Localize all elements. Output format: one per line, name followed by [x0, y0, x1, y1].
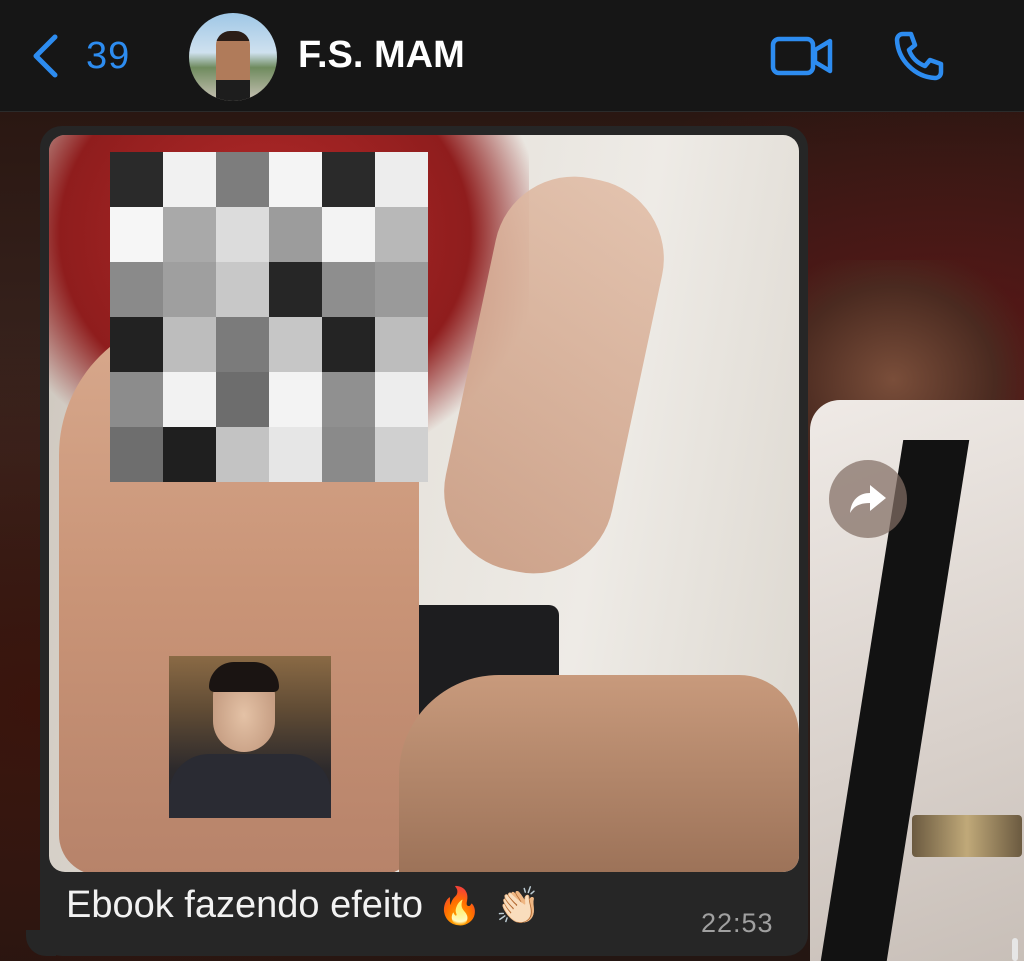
contact-name[interactable]: F.S. MAM: [298, 34, 465, 77]
clapping-hands-emoji: 👏🏻: [495, 884, 541, 926]
avatar-figure: [216, 31, 250, 101]
message-caption: Ebook fazendo efeito 🔥 👏🏻: [66, 884, 541, 927]
chevron-left-icon: [33, 34, 58, 78]
caption-text: Ebook fazendo efeito: [66, 884, 424, 926]
forward-arrow-icon: [850, 485, 886, 513]
phone-call-icon[interactable]: [893, 30, 945, 82]
video-call-icon[interactable]: [770, 34, 834, 78]
forward-button[interactable]: [829, 460, 907, 538]
unread-count: 39: [86, 34, 131, 77]
censor-sticker-portrait: [169, 656, 331, 818]
photo-legs: [399, 675, 799, 872]
fire-emoji: 🔥: [437, 884, 482, 926]
message-timestamp: 22:53: [701, 908, 774, 938]
back-button[interactable]: 39: [30, 28, 130, 84]
wallpaper-buckle: [912, 815, 1022, 857]
censor-pixelation: [110, 152, 428, 482]
chat-header: 39 F.S. MAM: [0, 0, 1024, 112]
contact-avatar[interactable]: [189, 13, 277, 101]
sticker-hair: [209, 662, 279, 692]
sticker-coat: [169, 754, 331, 818]
scrollbar[interactable]: [1012, 938, 1018, 961]
